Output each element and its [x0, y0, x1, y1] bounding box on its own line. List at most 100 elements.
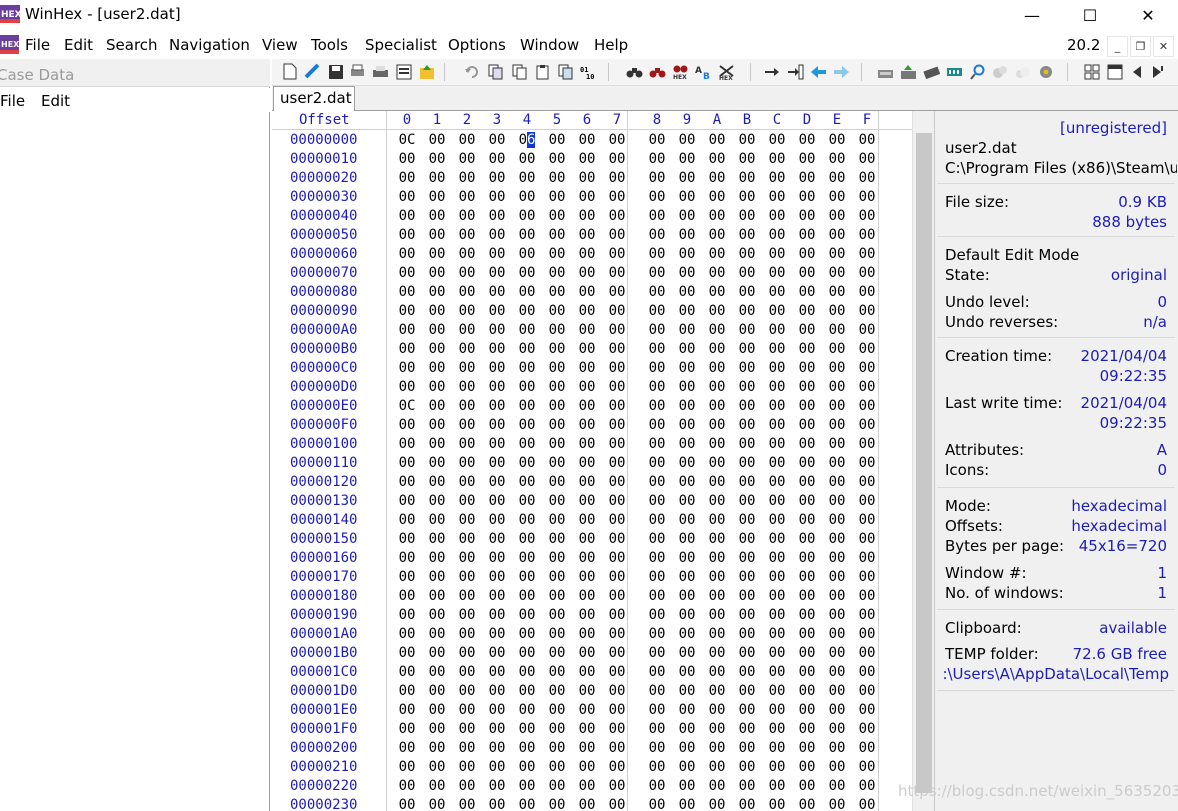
hex-byte[interactable]: 00	[705, 322, 729, 338]
hex-byte[interactable]: 00	[675, 151, 699, 167]
hex-byte[interactable]: 00	[675, 550, 699, 566]
hex-byte[interactable]: 00	[515, 322, 539, 338]
hex-byte[interactable]: 00	[705, 227, 729, 243]
new-file-icon[interactable]	[280, 62, 299, 81]
hex-byte[interactable]: 00	[855, 664, 879, 680]
hex-row[interactable]: 000000B0 00 00 00 00 00 00 00 00 00 00 00 00 00 00 00 00	[272, 340, 912, 359]
hex-byte[interactable]: 00	[705, 170, 729, 186]
hex-byte[interactable]: 00	[675, 683, 699, 699]
hex-byte[interactable]: 00	[545, 759, 569, 775]
hex-byte[interactable]: 00	[675, 702, 699, 718]
hex-row[interactable]: 000000C0 00 00 00 00 00 00 00 00 00 00 00 00 00 00 00 00	[272, 359, 912, 378]
hex-byte[interactable]: 00	[545, 664, 569, 680]
hex-byte[interactable]: 00	[395, 436, 419, 452]
hex-byte[interactable]: 00	[575, 322, 599, 338]
hex-byte[interactable]: 00	[485, 512, 509, 528]
hex-byte[interactable]: 00	[425, 170, 449, 186]
hex-byte[interactable]: 00	[705, 246, 729, 262]
hex-byte[interactable]: 00	[605, 170, 629, 186]
hex-byte[interactable]: 00	[575, 189, 599, 205]
hex-byte[interactable]: 00	[765, 626, 789, 642]
hex-row[interactable]: 00000080 00 00 00 00 00 00 00 00 00 00 00 00 00 00 00 00	[272, 283, 912, 302]
hex-byte[interactable]: 00	[455, 569, 479, 585]
hex-byte[interactable]: 00	[485, 607, 509, 623]
hex-byte[interactable]: 00	[515, 189, 539, 205]
hex-byte[interactable]: 00	[825, 170, 849, 186]
hex-byte[interactable]: 00	[395, 512, 419, 528]
hex-byte[interactable]: 00	[735, 455, 759, 471]
hex-byte[interactable]: 00	[575, 683, 599, 699]
hex-byte[interactable]: 00	[645, 303, 669, 319]
hex-byte[interactable]: 00	[455, 170, 479, 186]
hex-byte[interactable]: 00	[675, 759, 699, 775]
hex-byte[interactable]: 00	[425, 740, 449, 756]
hex-byte[interactable]: 00	[575, 284, 599, 300]
hex-byte[interactable]: 00	[455, 702, 479, 718]
hex-byte[interactable]: 00	[455, 151, 479, 167]
hex-byte[interactable]: 00	[855, 360, 879, 376]
hex-byte[interactable]: 00	[545, 151, 569, 167]
hex-byte[interactable]: 00	[545, 436, 569, 452]
hex-byte[interactable]: 00	[515, 550, 539, 566]
hex-byte[interactable]: 00	[425, 721, 449, 737]
hex-byte[interactable]: 00	[675, 740, 699, 756]
hex-byte[interactable]: 00	[765, 759, 789, 775]
hex-byte[interactable]: 00	[605, 246, 629, 262]
hex-byte[interactable]: 00	[675, 417, 699, 433]
hex-byte[interactable]: 00	[545, 265, 569, 281]
hex-byte[interactable]: 00	[765, 208, 789, 224]
hex-byte[interactable]: 00	[795, 740, 819, 756]
mdi-minimize-button[interactable]: _	[1107, 36, 1128, 57]
hex-byte[interactable]: 00	[395, 265, 419, 281]
hex-byte[interactable]: 00	[485, 626, 509, 642]
hex-byte[interactable]: 00	[485, 721, 509, 737]
hex-byte[interactable]: 00	[545, 645, 569, 661]
hex-byte[interactable]: 00	[675, 626, 699, 642]
hex-byte[interactable]: 00	[855, 170, 879, 186]
hex-byte[interactable]: 00	[485, 759, 509, 775]
hex-row[interactable]: 00000200 00 00 00 00 00 00 00 00 00 00 00 00 00 00 00 00	[272, 739, 912, 758]
menu-search[interactable]: Search	[106, 36, 158, 54]
hex-byte[interactable]: 00	[675, 246, 699, 262]
hex-byte[interactable]: 00	[515, 341, 539, 357]
hex-byte[interactable]: 00	[765, 284, 789, 300]
hex-byte[interactable]: 00	[575, 208, 599, 224]
hex-byte[interactable]: 00	[515, 151, 539, 167]
hex-byte[interactable]: 00	[765, 607, 789, 623]
hex-byte[interactable]: 00	[855, 721, 879, 737]
hex-byte[interactable]: 00	[825, 759, 849, 775]
hex-byte[interactable]: 00	[825, 455, 849, 471]
hex-byte[interactable]: 00	[645, 702, 669, 718]
hex-byte[interactable]: 00	[605, 227, 629, 243]
hex-byte[interactable]: 00	[855, 550, 879, 566]
find-hex-icon[interactable]	[648, 62, 667, 81]
hex-byte[interactable]: 00	[395, 550, 419, 566]
hex-byte[interactable]: 00	[675, 322, 699, 338]
hex-byte[interactable]: 00	[455, 417, 479, 433]
hex-byte[interactable]: 00	[545, 284, 569, 300]
hex-byte[interactable]: 00	[395, 360, 419, 376]
hex-byte[interactable]: 00	[605, 436, 629, 452]
case-menu-file[interactable]: File	[0, 92, 25, 110]
hex-byte[interactable]: 00	[675, 360, 699, 376]
hex-byte[interactable]: 00	[395, 379, 419, 395]
hex-byte[interactable]: 00	[545, 550, 569, 566]
hex-byte[interactable]: 00	[545, 721, 569, 737]
hex-byte[interactable]: 00	[645, 778, 669, 794]
save-icon[interactable]	[326, 62, 345, 81]
hex-byte[interactable]: 00	[425, 284, 449, 300]
hex-byte[interactable]: 00	[795, 550, 819, 566]
hex-byte[interactable]: 00	[485, 702, 509, 718]
hex-byte[interactable]: 00	[545, 626, 569, 642]
hex-byte[interactable]: 00	[455, 132, 479, 148]
hex-byte[interactable]: 00	[575, 303, 599, 319]
hex-byte[interactable]: 00	[735, 607, 759, 623]
hex-byte[interactable]: 00	[455, 322, 479, 338]
hex-byte[interactable]: 00	[825, 588, 849, 604]
write-data-icon[interactable]: 01 10	[579, 62, 598, 81]
menu-specialist[interactable]: Specialist	[365, 36, 437, 54]
hex-byte[interactable]: 00	[825, 797, 849, 811]
hex-byte[interactable]: 00	[575, 474, 599, 490]
magnifier-icon[interactable]	[968, 62, 987, 81]
hex-byte[interactable]: 00	[705, 702, 729, 718]
